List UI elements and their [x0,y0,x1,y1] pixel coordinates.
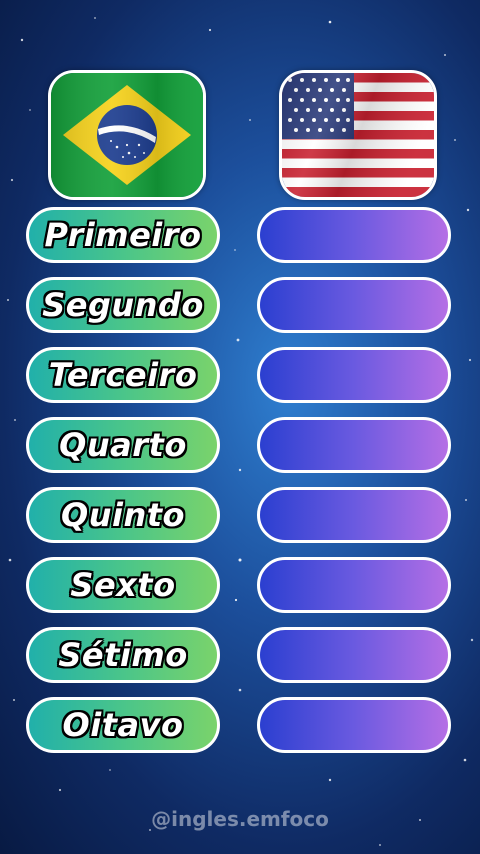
brazil-flag-icon [48,70,206,200]
usa-flag-icon [279,70,437,200]
word-pill-1: Primeiro [26,207,220,263]
answer-blank-5 [257,487,451,543]
answer-blank-2 [257,277,451,333]
word-pill-7: Sétimo [26,627,220,683]
portuguese-word-label: Terceiro [48,356,198,394]
portuguese-word-label: Sétimo [58,636,188,674]
word-pill-5: Quinto [26,487,220,543]
answer-blank-3 [257,347,451,403]
watermark-handle: @ingles.emfoco [151,807,329,831]
portuguese-word-label: Quinto [60,496,185,534]
portuguese-word-label: Quarto [59,426,187,464]
portuguese-word-label: Segundo [42,286,204,324]
word-pill-8: Oitavo [26,697,220,753]
word-pill-6: Sexto [26,557,220,613]
answer-blank-4 [257,417,451,473]
answer-blank-1 [257,207,451,263]
answer-blank-6 [257,557,451,613]
answer-blank-8 [257,697,451,753]
portuguese-word-label: Sexto [70,566,176,604]
portuguese-word-label: Oitavo [62,706,184,744]
word-pill-4: Quarto [26,417,220,473]
portuguese-word-label: Primeiro [44,216,202,254]
word-pill-3: Terceiro [26,347,220,403]
answer-blank-7 [257,627,451,683]
word-pill-2: Segundo [26,277,220,333]
